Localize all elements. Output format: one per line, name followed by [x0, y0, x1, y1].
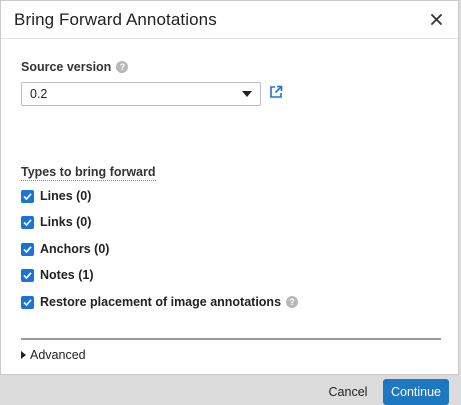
chevron-down-icon	[242, 91, 252, 97]
source-version-value: 0.2	[30, 87, 48, 101]
checkbox-label: Lines (0)	[40, 189, 92, 203]
checkbox-restore-placement[interactable]: Restore placement of image annotations ?	[21, 295, 299, 309]
types-to-bring-forward-label: Types to bring forward	[21, 165, 156, 181]
external-link-icon[interactable]	[269, 85, 283, 104]
source-version-select[interactable]: 0.2	[21, 82, 261, 106]
close-icon[interactable]	[428, 12, 444, 28]
checkbox-label: Anchors (0)	[40, 242, 110, 256]
checkbox-label: Links (0)	[40, 215, 92, 229]
cancel-button[interactable]: Cancel	[319, 379, 377, 405]
checkbox-checked-icon[interactable]	[21, 242, 34, 256]
checkbox-links[interactable]: Links (0)	[21, 215, 91, 229]
checkbox-notes[interactable]: Notes (1)	[21, 268, 93, 282]
checkbox-checked-icon[interactable]	[21, 189, 34, 203]
source-version-label-row: Source version ?	[21, 60, 129, 74]
question-circle-icon[interactable]: ?	[116, 61, 129, 73]
checkbox-label: Restore placement of image annotations	[40, 295, 282, 309]
dialog-header: Bring Forward Annotations	[1, 1, 458, 39]
divider	[21, 338, 441, 340]
checkbox-checked-icon[interactable]	[21, 215, 34, 229]
chevron-right-icon	[21, 351, 26, 359]
dialog-title: Bring Forward Annotations	[14, 9, 217, 29]
checkbox-checked-icon[interactable]	[21, 268, 34, 282]
advanced-toggle[interactable]: Advanced	[21, 348, 86, 362]
checkbox-checked-icon[interactable]	[21, 295, 34, 309]
bring-forward-dialog: Bring Forward Annotations Source version…	[0, 0, 459, 405]
checkbox-label: Notes (1)	[40, 268, 94, 282]
advanced-label: Advanced	[30, 348, 86, 362]
checkbox-lines[interactable]: Lines (0)	[21, 189, 91, 203]
continue-button[interactable]: Continue	[383, 379, 449, 405]
checkbox-anchors[interactable]: Anchors (0)	[21, 242, 109, 256]
source-version-label: Source version	[21, 60, 112, 74]
question-circle-icon[interactable]: ?	[286, 296, 299, 308]
